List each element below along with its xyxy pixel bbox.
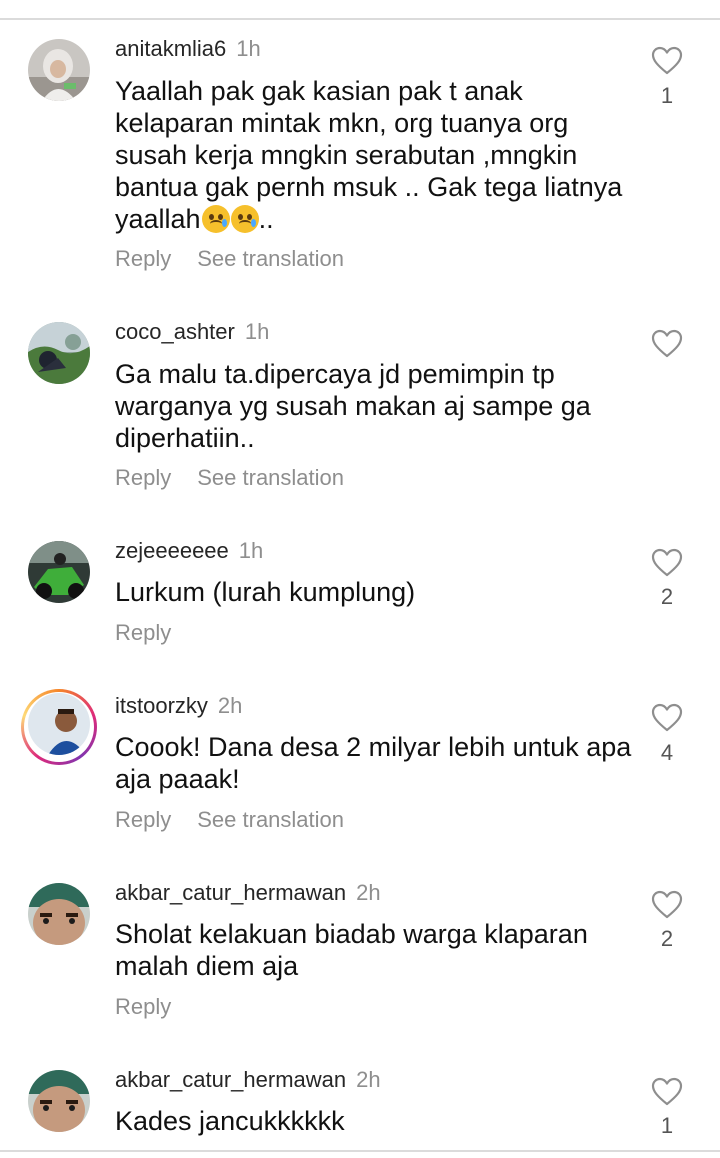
avatar[interactable] <box>28 883 90 945</box>
like-count: 2 <box>660 926 674 951</box>
reply-button[interactable]: Reply <box>115 246 171 271</box>
comment-text: Yaallah pak gak kasian pak t anak kelapa… <box>115 75 635 235</box>
username[interactable]: akbar_catur_hermawan <box>115 880 346 905</box>
heart-outline-icon[interactable] <box>651 548 683 578</box>
crying-face-emoji-icon <box>201 205 230 233</box>
story-ring[interactable] <box>21 689 97 765</box>
username[interactable]: itstoorzky <box>115 693 208 718</box>
comment-header: akbar_catur_hermawan 2h <box>115 1067 381 1093</box>
comment-actions: Reply See translation <box>115 807 370 833</box>
heart-outline-icon[interactable] <box>651 46 683 76</box>
heart-outline-icon[interactable] <box>651 329 683 359</box>
reply-button[interactable]: Reply <box>115 465 171 490</box>
comment-text: Lurkum (lurah kumplung) <box>115 577 416 607</box>
comment-time: 2h <box>356 880 381 905</box>
reply-button[interactable]: Reply <box>115 994 171 1019</box>
comment-text: Sholat kelakuan biadab warga klaparan ma… <box>115 919 588 981</box>
avatar[interactable] <box>28 541 90 603</box>
like-count: 2 <box>660 584 674 609</box>
avatar[interactable] <box>28 693 90 755</box>
username[interactable]: anitakmlia6 <box>115 36 226 61</box>
comment-header: akbar_catur_hermawan 2h <box>115 880 381 906</box>
like-count: 4 <box>660 740 674 765</box>
comment-header: coco_ashter 1h <box>115 319 269 345</box>
username[interactable]: akbar_catur_hermawan <box>115 1067 346 1092</box>
comment-actions: Reply <box>115 994 197 1020</box>
username[interactable]: zejeeeeeee <box>115 538 229 563</box>
see-translation-button[interactable]: See translation <box>197 807 344 832</box>
like-count: 1 <box>660 1113 674 1138</box>
comment-time: 2h <box>356 1067 381 1092</box>
reply-button[interactable]: Reply <box>115 620 171 645</box>
avatar[interactable] <box>28 1070 90 1132</box>
avatar[interactable] <box>28 322 90 384</box>
crying-face-emoji-icon <box>230 205 259 233</box>
comment-actions: Reply <box>115 620 197 646</box>
comment-text: Kades jancukkkkkk <box>115 1106 345 1136</box>
see-translation-button[interactable]: See translation <box>197 465 344 490</box>
comment-actions: Reply See translation <box>115 465 370 491</box>
comment-body: Yaallah pak gak kasian pak t anak kelapa… <box>115 76 623 234</box>
comment-time: 1h <box>244 319 270 344</box>
like-count: 1 <box>660 83 674 108</box>
comment-text: Coook! Dana desa 2 milyar lebih untuk ap… <box>115 732 632 794</box>
comment-header: anitakmlia6 1h <box>115 36 261 62</box>
comment-suffix: .. <box>258 204 274 234</box>
comment-time: 1h <box>236 36 261 61</box>
avatar[interactable] <box>28 39 90 101</box>
reply-button[interactable]: Reply <box>115 807 171 832</box>
see-translation-button[interactable]: See translation <box>197 246 344 271</box>
comment-actions: Reply See translation <box>115 246 370 272</box>
comment-header: itstoorzky 2h <box>115 693 242 719</box>
top-divider <box>0 18 720 20</box>
comment-time: 2h <box>217 693 243 718</box>
bottom-divider <box>0 1150 720 1152</box>
heart-outline-icon[interactable] <box>651 1077 683 1107</box>
heart-outline-icon[interactable] <box>651 890 683 920</box>
comment-header: zejeeeeeee 1h <box>115 538 263 564</box>
comment-text: Ga malu ta.dipercaya jd pemimpin tp warg… <box>115 359 591 453</box>
username[interactable]: coco_ashter <box>115 319 235 344</box>
heart-outline-icon[interactable] <box>651 703 683 733</box>
comment-time: 1h <box>238 538 264 563</box>
